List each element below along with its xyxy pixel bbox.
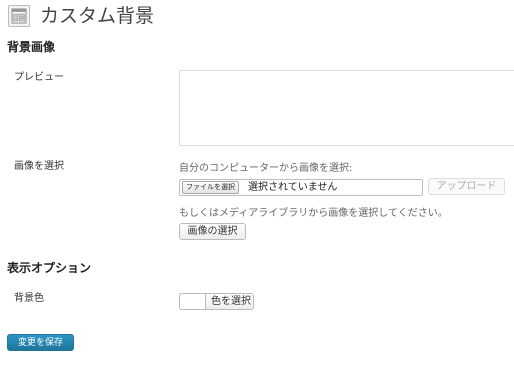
select-image-label: 画像を選択: [14, 161, 64, 172]
preview-label: プレビュー: [14, 72, 64, 83]
library-hint: もしくはメディアライブラリから画像を選択してください。: [179, 208, 448, 219]
bg-color-label: 背景色: [14, 293, 44, 304]
file-input[interactable]: ファイルを選択 選択されていません: [179, 179, 423, 196]
appearance-icon: [8, 5, 30, 27]
display-options-heading: 表示オプション: [7, 261, 92, 275]
background-image-heading: 背景画像: [7, 40, 56, 54]
background-preview: [179, 70, 514, 146]
color-swatch[interactable]: [179, 293, 205, 310]
select-color-button[interactable]: 色を選択: [205, 293, 254, 310]
upload-hint: 自分のコンピューターから画像を選択:: [179, 163, 353, 174]
upload-button[interactable]: アップロード: [428, 178, 505, 195]
save-changes-button[interactable]: 変更を保存: [7, 334, 74, 351]
choose-file-button[interactable]: ファイルを選択: [182, 181, 239, 194]
file-status: 選択されていません: [248, 182, 338, 193]
choose-image-button[interactable]: 画像の選択: [179, 223, 246, 240]
page-title: カスタム背景: [40, 5, 155, 27]
